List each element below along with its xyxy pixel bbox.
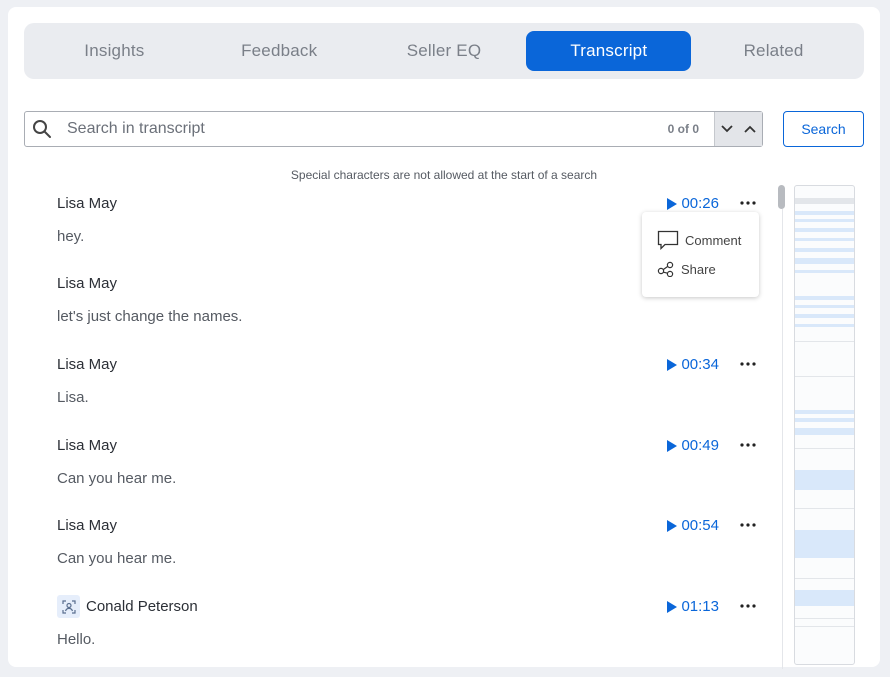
timestamp-link[interactable]: 00:54 <box>667 517 719 534</box>
chevron-down-icon[interactable] <box>717 119 737 139</box>
timestamp-link[interactable]: 00:34 <box>667 356 719 373</box>
more-options-icon[interactable] <box>737 596 759 616</box>
entry-context-menu: Comment Share <box>642 212 759 297</box>
tab-insights[interactable]: Insights <box>32 31 197 71</box>
utterance-text: hey. <box>57 228 85 245</box>
transcript-minimap[interactable] <box>794 185 855 665</box>
speaker-name: Lisa May <box>57 437 118 454</box>
comment-menu-item[interactable]: Comment <box>657 230 741 250</box>
tab-seller-eq[interactable]: Seller EQ <box>362 31 527 71</box>
share-menu-item[interactable]: Share <box>657 261 716 277</box>
speaker-name: Lisa May <box>57 275 118 292</box>
more-options-icon[interactable] <box>737 435 759 455</box>
list-item: Lisa May 00:49 Can you hear me. <box>57 435 767 516</box>
timestamp-link[interactable]: 00:26 <box>667 195 719 212</box>
speaker-name: Lisa May <box>57 195 118 212</box>
speaker-avatar-icon <box>57 595 80 618</box>
match-navigation <box>714 112 762 146</box>
more-options-icon[interactable] <box>737 515 759 535</box>
chevron-up-icon[interactable] <box>740 119 760 139</box>
speaker-name: Conald Peterson <box>57 595 198 618</box>
scrollbar-track[interactable] <box>782 209 783 669</box>
share-icon <box>657 261 674 277</box>
match-count: 0 of 0 <box>667 122 699 136</box>
tab-related[interactable]: Related <box>691 31 856 71</box>
search-icon <box>25 112 59 146</box>
list-item: Lisa May 00:54 Can you hear me. <box>57 515 767 596</box>
more-options-icon[interactable] <box>737 193 759 213</box>
speaker-name: Lisa May <box>57 517 118 534</box>
more-options-icon[interactable] <box>737 354 759 374</box>
timestamp-link[interactable]: 01:13 <box>667 598 719 615</box>
play-icon <box>667 358 678 371</box>
play-icon <box>667 600 678 613</box>
search-hint: Special characters are not allowed at th… <box>290 168 598 182</box>
comment-icon <box>657 230 679 250</box>
utterance-text: let's just change the names. <box>57 308 243 325</box>
timestamp-link[interactable]: 00:49 <box>667 437 719 454</box>
search-bar: 0 of 0 <box>24 111 763 147</box>
list-item: Conald Peterson 01:13 Hello. <box>57 595 767 677</box>
utterance-text: Lisa. <box>57 389 89 406</box>
utterance-text: Hello. <box>57 631 96 648</box>
search-button[interactable]: Search <box>783 111 864 147</box>
tab-feedback[interactable]: Feedback <box>197 31 362 71</box>
list-item: Lisa May 00:34 Lisa. <box>57 354 767 435</box>
utterance-text: Can you hear me. <box>57 550 177 567</box>
search-input[interactable] <box>59 113 668 145</box>
play-icon <box>667 519 678 532</box>
play-icon <box>667 439 678 452</box>
play-icon <box>667 197 678 210</box>
scrollbar-thumb[interactable] <box>778 185 785 209</box>
tab-bar: Insights Feedback Seller EQ Transcript R… <box>24 23 864 79</box>
speaker-name: Lisa May <box>57 356 118 373</box>
utterance-text: Can you hear me. <box>57 470 177 487</box>
transcript-panel: Insights Feedback Seller EQ Transcript R… <box>8 7 880 669</box>
tab-transcript[interactable]: Transcript <box>526 31 692 71</box>
